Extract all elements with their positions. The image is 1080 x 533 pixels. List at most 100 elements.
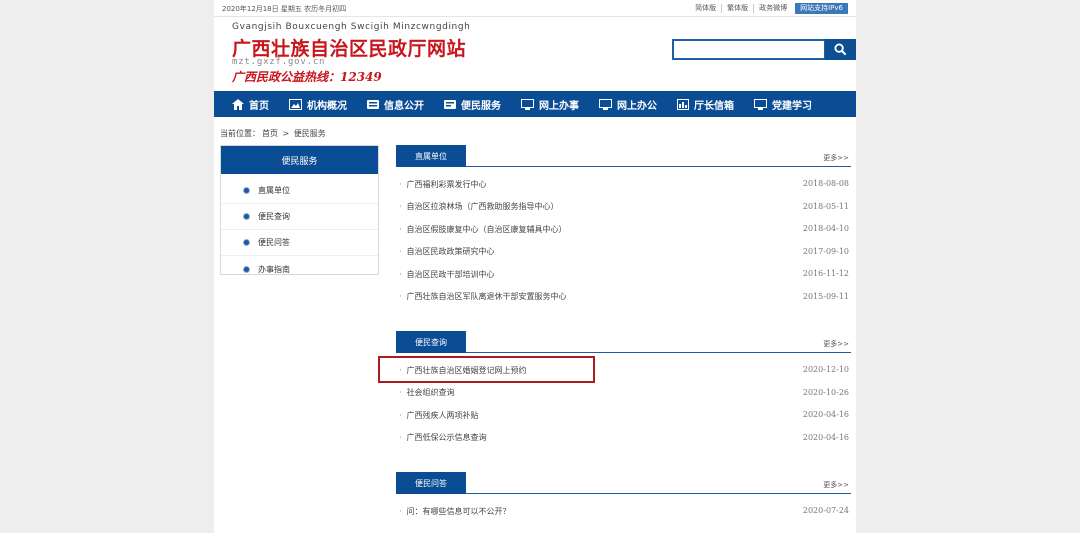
top-links: 简体版 繁体版 政务微博 网站支持IPv6: [690, 3, 848, 14]
item-date: 2020-04-16: [802, 410, 849, 419]
image-icon: [289, 98, 302, 110]
service-icon: [444, 99, 456, 109]
breadcrumb-home[interactable]: 首页: [262, 129, 278, 138]
traditional-link[interactable]: 繁体版: [721, 4, 753, 13]
list-item[interactable]: · 广西残疾人两项补贴 2020-04-16: [396, 404, 851, 427]
nav-service[interactable]: 便民服务: [432, 91, 509, 117]
info-icon: [367, 99, 379, 109]
nav-label: 网上办事: [539, 100, 579, 112]
site-logo[interactable]: Gvangjsih Bouxcuengh Swcigih Minzcwngdin…: [232, 20, 532, 85]
home-icon: [232, 98, 244, 110]
nav-label: 网上办公: [617, 100, 657, 112]
monitor-icon: [754, 98, 767, 110]
item-date: 2020-04-16: [802, 432, 849, 442]
bullet-icon: [243, 265, 250, 273]
section-tab[interactable]: 直属单位: [396, 145, 466, 167]
search-icon: [834, 43, 847, 56]
nav-about[interactable]: 机构概况: [277, 91, 355, 117]
item-title: 广西残疾人两项补贴: [406, 410, 479, 420]
sidebar-item-units[interactable]: 直属单位: [221, 178, 378, 204]
current-date: 2020年12月18日 星期五 农历冬月初四: [222, 5, 347, 13]
sidebar-item-qa[interactable]: 便民问答: [221, 230, 378, 256]
section-tab[interactable]: 便民查询: [396, 331, 466, 353]
breadcrumb-prefix: 当前位置：: [220, 129, 260, 138]
list-item[interactable]: · 自治区民政政策研究中心 2017-09-10: [396, 241, 851, 264]
list-item[interactable]: · 社会组织查询 2020-10-26: [396, 382, 851, 405]
section-header: 直属单位 更多>>: [396, 145, 851, 167]
breadcrumb-separator: >: [282, 129, 290, 138]
logo-pinyin: Gvangjsih Bouxcuengh Swcigih Minzcwngdin…: [232, 22, 471, 32]
bullet-icon: [243, 213, 250, 220]
section-query: 便民查询 更多>> · 广西壮族自治区婚姻登记网上预约 2020-12-10 · 社会…: [396, 331, 851, 449]
monitor-icon: [599, 98, 612, 110]
nav-party[interactable]: 党建学习: [742, 91, 820, 117]
item-title: 自治区民政干部培训中心: [406, 269, 495, 279]
item-title: 广西壮族自治区军队离退休干部安置服务中心: [406, 292, 567, 302]
list-item[interactable]: · 自治区拉浪林场（广西救助服务指导中心） 2018-05-11: [396, 196, 851, 219]
sidebar-item-label: 便民问答: [258, 238, 290, 247]
nav-label: 便民服务: [461, 100, 501, 112]
weibo-link[interactable]: 政务微博: [753, 4, 792, 13]
item-date: 2020-10-26: [802, 387, 849, 397]
section-tab[interactable]: 便民问答: [396, 472, 466, 494]
list-item[interactable]: · 自治区假肢康复中心（自治区康复辅具中心） 2018-04-10: [396, 218, 851, 241]
list-item[interactable]: · 广西低保公示信息查询 2020-04-16: [396, 427, 851, 450]
sidebar: 便民服务 直属单位 便民查询 便民问答 办事指南: [220, 145, 379, 275]
item-date: 2018-08-08: [802, 179, 849, 188]
sidebar-item-label: 直属单位: [258, 186, 290, 195]
page: 2020年12月18日 星期五 农历冬月初四 简体版 繁体版 政务微博 网站支持…: [214, 0, 856, 533]
search-button[interactable]: [825, 39, 856, 60]
nav-online-affairs[interactable]: 网上办事: [509, 91, 587, 117]
list-item[interactable]: · 自治区民政干部培训中心 2016-11-12: [396, 263, 851, 286]
list-item[interactable]: · 广西福利彩票发行中心 2018-08-08: [396, 173, 851, 196]
main-nav: 首页 机构概况 信息公开 便民服务 网上办事 网上办公 厅长信箱 党建学习: [214, 91, 856, 117]
chart-icon: [677, 98, 689, 110]
list-item[interactable]: · 广西壮族自治区军队离退休干部安置服务中心 2015-09-11: [396, 286, 851, 309]
section-qa: 便民问答 更多>> · 问：有哪些信息可以不公开？ 2020-07-24: [396, 472, 851, 523]
simplified-link[interactable]: 简体版: [690, 4, 721, 13]
item-date: 2017-09-10: [802, 246, 849, 256]
sidebar-item-label: 便民查询: [258, 212, 290, 221]
item-date: 2016-11-12: [802, 269, 849, 278]
more-link[interactable]: 更多>>: [823, 339, 849, 349]
item-title: 自治区拉浪林场（广西救助服务指导中心）: [406, 202, 559, 212]
nav-label: 党建学习: [772, 100, 812, 112]
nav-mailbox[interactable]: 厅长信箱: [665, 91, 742, 117]
top-bar: 2020年12月18日 星期五 农历冬月初四 简体版 繁体版 政务微博 网站支持…: [214, 0, 856, 17]
nav-info[interactable]: 信息公开: [355, 91, 432, 117]
section-header: 便民查询 更多>>: [396, 331, 851, 353]
sidebar-item-guide[interactable]: 办事指南: [221, 256, 378, 282]
item-date: 2020-12-10: [802, 365, 849, 374]
nav-label: 机构概况: [307, 100, 347, 112]
highlight-box: [378, 356, 595, 383]
search-bar: [672, 39, 856, 60]
item-title: 广西福利彩票发行中心: [406, 179, 487, 189]
item-title: 社会组织查询: [406, 388, 455, 398]
more-link[interactable]: 更多>>: [823, 480, 849, 490]
item-title: 自治区民政政策研究中心: [406, 247, 495, 257]
site-domain: mzt.gxzf.gov.cn: [232, 57, 326, 67]
more-link[interactable]: 更多>>: [823, 153, 849, 163]
ipv6-badge[interactable]: 网站支持IPv6: [795, 3, 848, 14]
sidebar-item-query[interactable]: 便民查询: [221, 204, 378, 230]
bullet-icon: [243, 187, 250, 194]
item-title: 广西低保公示信息查询: [406, 433, 487, 443]
item-date: 2015-09-11: [802, 291, 849, 301]
monitor-icon: [521, 98, 534, 110]
nav-label: 首页: [249, 100, 269, 112]
item-date: 2018-04-10: [802, 224, 849, 233]
search-input[interactable]: [672, 39, 826, 60]
breadcrumb-current[interactable]: 便民服务: [294, 129, 326, 138]
nav-home[interactable]: 首页: [220, 91, 277, 117]
sidebar-item-label: 办事指南: [258, 264, 290, 274]
item-title: 自治区假肢康复中心（自治区康复辅具中心）: [406, 224, 567, 234]
hotline: 广西民政公益热线：12349: [232, 70, 382, 84]
nav-online-office[interactable]: 网上办公: [587, 91, 665, 117]
breadcrumb: 当前位置： 首页 > 便民服务: [220, 128, 328, 139]
list-item[interactable]: · 问：有哪些信息可以不公开？ 2020-07-24: [396, 500, 851, 523]
bullet-icon: [243, 239, 250, 246]
item-date: 2020-07-24: [802, 506, 849, 515]
section-header: 便民问答 更多>>: [396, 472, 851, 494]
item-date: 2018-05-11: [802, 201, 849, 211]
sidebar-list: 直属单位 便民查询 便民问答 办事指南: [221, 174, 378, 282]
